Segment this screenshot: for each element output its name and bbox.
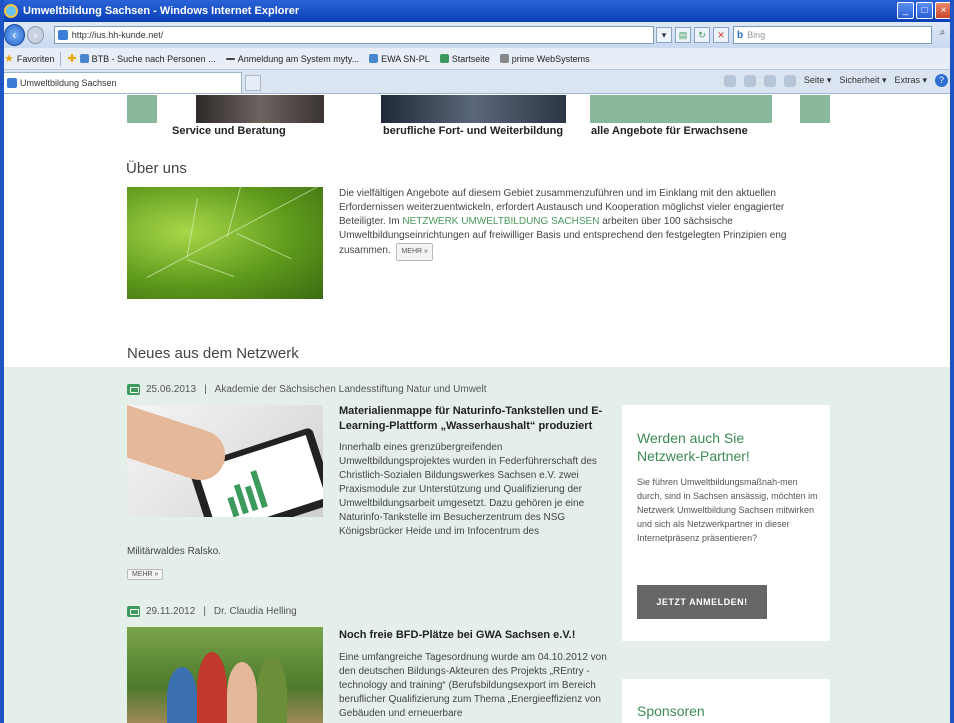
favorite-label: prime WebSystems (511, 53, 590, 64)
sicherheit-menu[interactable]: Sicherheit ▾ (839, 75, 886, 86)
window-frame-left (0, 0, 4, 723)
print-icon[interactable] (783, 74, 796, 87)
tab-active[interactable]: Umweltbildung Sachsen (2, 72, 242, 93)
partner-title: Werden auch Sie Netzwerk-Partner! (637, 430, 750, 464)
separator: | (204, 384, 207, 395)
back-button[interactable]: ‹ (4, 24, 25, 46)
refresh-icon[interactable]: ↻ (693, 27, 710, 43)
banner-adults[interactable] (590, 95, 772, 123)
link-icon (225, 57, 235, 60)
tab-label: Umweltbildung Sachsen (20, 78, 117, 88)
home-icon[interactable] (723, 74, 736, 87)
search-placeholder: Bing (747, 30, 766, 40)
favorites-bar: ★ Favoriten ✚ BTB - Suche nach Personen … (0, 48, 954, 70)
register-button[interactable]: JETZT ANMELDEN! (637, 585, 767, 619)
help-icon[interactable]: ? (935, 74, 948, 87)
separator: | (203, 606, 206, 617)
about-text: Die vielfältigen Angebote auf diesem Geb… (339, 187, 789, 261)
comment-icon (127, 606, 140, 617)
maximize-button[interactable]: □ (916, 2, 933, 19)
mail-icon[interactable] (763, 74, 776, 87)
banner-service-photo[interactable] (196, 95, 324, 123)
banner-right (800, 95, 830, 123)
favorite-item[interactable]: Anmeldung am System myty... (225, 53, 360, 64)
window-title: Umweltbildung Sachsen - Windows Internet… (23, 5, 300, 17)
forward-button[interactable]: › (26, 26, 44, 44)
about-more-button[interactable]: MEHR » (396, 243, 433, 261)
search-icon[interactable]: ⌕ (935, 27, 950, 43)
favorites-button[interactable]: Favoriten (17, 54, 55, 64)
news-meta: 29.11.2012 | Dr. Claudia Helling (127, 606, 297, 617)
compatibility-icon[interactable]: ▤ (674, 27, 691, 43)
address-bar: ‹ › http://ius.hh-kunde.net/ ▾ ▤ ↻ ✕ b B… (0, 22, 954, 48)
window-frame-right (950, 0, 954, 723)
favorite-label: BTB - Suche nach Personen ... (91, 53, 216, 64)
favorite-item[interactable]: Startseite (439, 53, 490, 64)
partner-text: Sie führen Umweltbildungsmaßnah-men durc… (637, 477, 818, 543)
page-icon (499, 54, 509, 63)
minimize-button[interactable]: _ (897, 2, 914, 19)
seite-menu[interactable]: Seite ▾ (804, 75, 832, 86)
news-meta: 25.06.2013 | Akademie der Sächsischen La… (127, 384, 486, 395)
extras-menu[interactable]: Extras ▾ (894, 75, 927, 86)
favorite-item[interactable]: EWA SN-PL (369, 54, 430, 64)
favorite-label: EWA SN-PL (381, 53, 430, 64)
news-title[interactable]: Noch freie BFD-Plätze bei GWA Sachsen e.… (339, 628, 611, 643)
favorite-label: Startseite (451, 53, 490, 64)
dropdown-icon[interactable]: ▾ (655, 27, 672, 43)
ie-logo-icon (4, 4, 18, 18)
banner-label-training[interactable]: berufliche Fort- und Weiterbildung (383, 125, 563, 137)
page-icon (57, 30, 68, 40)
sponsors-box: Sponsoren (622, 679, 830, 723)
news-body: Eine umfangreiche Tagesordnung wurde am … (339, 652, 607, 719)
feeds-icon[interactable] (743, 74, 756, 87)
page-icon (369, 54, 379, 63)
banner-label-service[interactable]: Service und Beratung (172, 125, 286, 137)
page-content: Service und Beratung berufliche Fort- un… (0, 95, 954, 723)
news-heading: Neues aus dem Netzwerk (127, 345, 299, 362)
divider (60, 51, 62, 66)
bing-logo-icon: b (736, 29, 744, 41)
command-bar: Seite ▾ Sicherheit ▾ Extras ▾ ? (723, 74, 948, 87)
comment-icon (127, 384, 140, 395)
page-icon (79, 54, 89, 63)
banner-training-photo[interactable] (381, 95, 566, 123)
add-favorite-icon[interactable]: ✚ (67, 52, 76, 65)
search-field[interactable]: b Bing (732, 26, 932, 44)
stop-icon[interactable]: ✕ (712, 27, 729, 43)
favorite-label: Anmeldung am System myty... (237, 53, 360, 64)
page-icon (7, 78, 17, 88)
banner-service[interactable] (127, 95, 157, 123)
news-more-button[interactable]: MEHR » (127, 569, 164, 580)
network-link[interactable]: NETZWERK UMWELTBILDUNG SACHSEN (402, 216, 599, 227)
url-text: http://ius.hh-kunde.net/ (71, 30, 164, 40)
partner-box: Werden auch Sie Netzwerk-Partner! Sie fü… (622, 405, 830, 641)
favorite-item[interactable]: prime WebSystems (499, 53, 590, 64)
page-icon (439, 54, 449, 63)
favorites-star-icon[interactable]: ★ (4, 52, 14, 65)
news-title[interactable]: Materialienmappe für Naturinfo-Tankstell… (339, 404, 611, 434)
news-image-group[interactable] (127, 627, 323, 723)
banner-label-adults[interactable]: alle Angebote für Erwachsene (591, 125, 748, 137)
sponsors-title: Sponsoren (637, 703, 705, 719)
news-body: Innerhalb eines grenzübergreifenden Umwe… (339, 442, 597, 537)
new-tab-button[interactable] (245, 75, 261, 91)
news-body-cont: Militärwaldes Ralsko. (127, 546, 221, 557)
news-image-tablet[interactable] (127, 405, 323, 517)
leaf-image (127, 187, 323, 299)
window-title-bar: Umweltbildung Sachsen - Windows Internet… (0, 0, 954, 22)
favorite-item[interactable]: BTB - Suche nach Personen ... (79, 53, 216, 64)
url-field[interactable]: http://ius.hh-kunde.net/ (53, 26, 654, 44)
about-heading: Über uns (126, 160, 187, 177)
news-date: 25.06.2013 (146, 384, 197, 395)
news-source: Akademie der Sächsischen Landesstiftung … (214, 384, 487, 395)
news-date: 29.11.2012 (146, 606, 196, 617)
news-source: Dr. Claudia Helling (213, 606, 297, 617)
